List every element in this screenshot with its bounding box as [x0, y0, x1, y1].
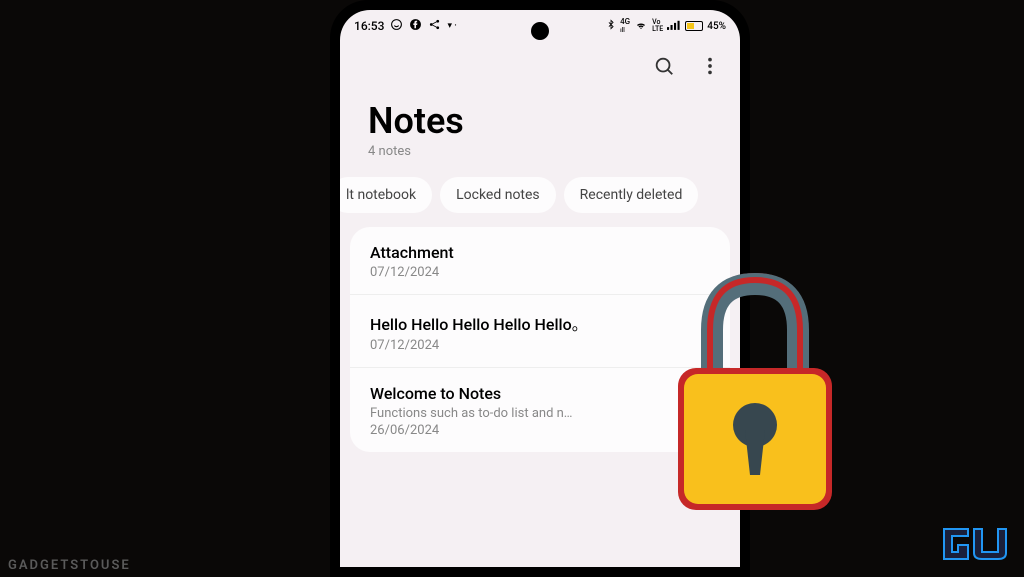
more-button[interactable] [698, 54, 722, 78]
whatsapp-icon [390, 18, 403, 34]
search-icon [653, 55, 675, 77]
signal-icon [667, 19, 681, 34]
tab-recently-deleted[interactable]: Recently deleted [564, 177, 699, 213]
status-bar-right: 4Gıll VoLTE 45% [606, 18, 726, 34]
gu-logo-icon [940, 519, 1010, 567]
volte-label: VoLTE [652, 19, 663, 33]
status-bar-left: 16:53 ▾ · [354, 18, 457, 34]
tab-notebook[interactable]: lt notebook [340, 177, 432, 213]
facebook-icon [409, 18, 422, 34]
watermark-text: GADGETSTOUSE [8, 558, 131, 573]
title-section: Notes 4 notes [340, 90, 740, 177]
lock-icon [650, 250, 860, 530]
page-title: Notes [368, 100, 712, 142]
battery-percent: 45% [707, 21, 726, 32]
more-vertical-icon [699, 55, 721, 77]
network-type: 4Gıll [620, 18, 630, 34]
bluetooth-icon [606, 18, 616, 34]
camera-notch [531, 22, 549, 40]
share-icon [428, 18, 441, 34]
tab-locked-notes[interactable]: Locked notes [440, 177, 556, 213]
app-header [340, 42, 740, 90]
lock-graphic [650, 250, 860, 530]
search-button[interactable] [652, 54, 676, 78]
notes-count: 4 notes [368, 144, 712, 159]
filter-tabs: lt notebook Locked notes Recently delete… [340, 177, 740, 227]
brand-logo [940, 519, 1010, 567]
more-indicator: ▾ · [447, 21, 456, 31]
wifi-icon [634, 19, 648, 34]
status-time: 16:53 [354, 19, 384, 33]
battery-icon [685, 21, 703, 31]
